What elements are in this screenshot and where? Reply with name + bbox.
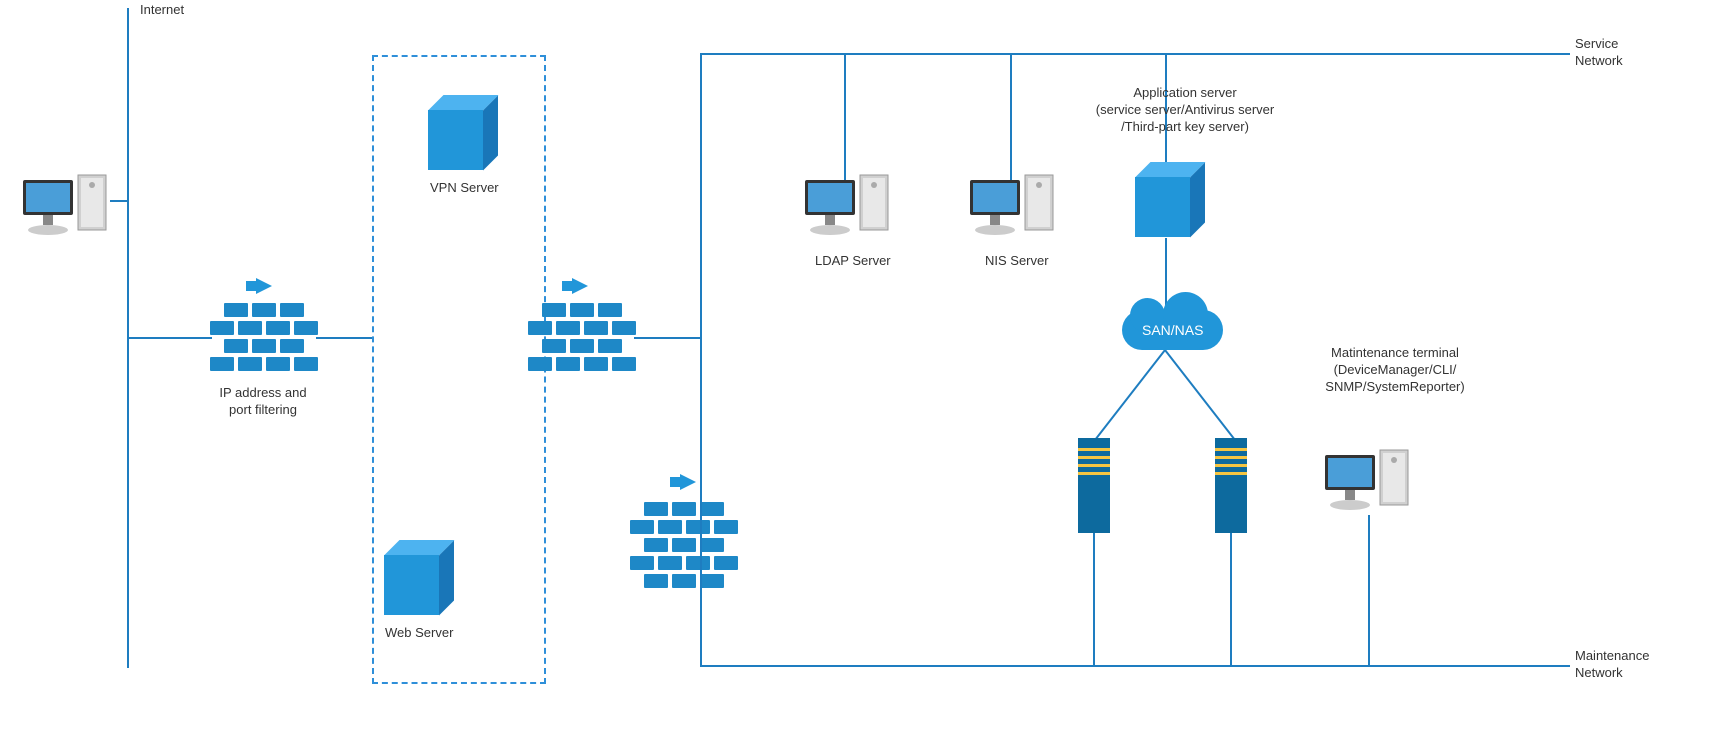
maintenance-terminal <box>1320 445 1415 518</box>
nis-drop <box>1010 53 1012 180</box>
arrow-firewall2 <box>572 278 588 294</box>
service-network-line <box>700 53 1570 55</box>
internet-to-fw1 <box>127 337 212 339</box>
maintenance-terminal-label: Matintenance terminal (DeviceManager/CLI… <box>1305 345 1485 396</box>
firewall1-label: IP address and port filtering <box>218 385 308 419</box>
app-to-cloud <box>1165 238 1167 306</box>
app-server-label: Application server (service server/Antiv… <box>1075 85 1295 136</box>
vpn-server-label: VPN Server <box>430 180 499 197</box>
ldap-server <box>800 170 895 243</box>
nis-label: NIS Server <box>985 253 1049 270</box>
service-network-label: Service Network <box>1575 36 1623 70</box>
ldap-drop <box>844 53 846 180</box>
fw1-to-dmz <box>316 337 372 339</box>
fw2-to-bus <box>634 337 701 339</box>
web-server <box>384 540 439 615</box>
app-server <box>1135 162 1190 237</box>
san-nas-label: SAN/NAS <box>1142 322 1203 338</box>
maintenance-network-line <box>700 665 1570 667</box>
storage2-to-maint <box>1230 533 1232 665</box>
storage-2 <box>1215 438 1247 533</box>
web-server-label: Web Server <box>385 625 453 642</box>
internet-client <box>18 170 113 243</box>
san-nas-cloud: SAN/NAS <box>1122 310 1223 350</box>
arrow-firewall1 <box>256 278 272 294</box>
internet-label: Internet <box>140 2 184 19</box>
maintenance-network-label: Maintenance Network <box>1575 648 1649 682</box>
cloud-fanout <box>1075 350 1265 445</box>
storage-1 <box>1078 438 1110 533</box>
inner-bus <box>700 53 702 667</box>
terminal-to-maint <box>1368 515 1370 665</box>
nis-server <box>965 170 1060 243</box>
client-connector <box>110 200 127 202</box>
arrow-firewall3 <box>680 474 696 490</box>
ldap-label: LDAP Server <box>815 253 891 270</box>
vpn-server <box>428 95 483 170</box>
storage1-to-maint <box>1093 533 1095 665</box>
